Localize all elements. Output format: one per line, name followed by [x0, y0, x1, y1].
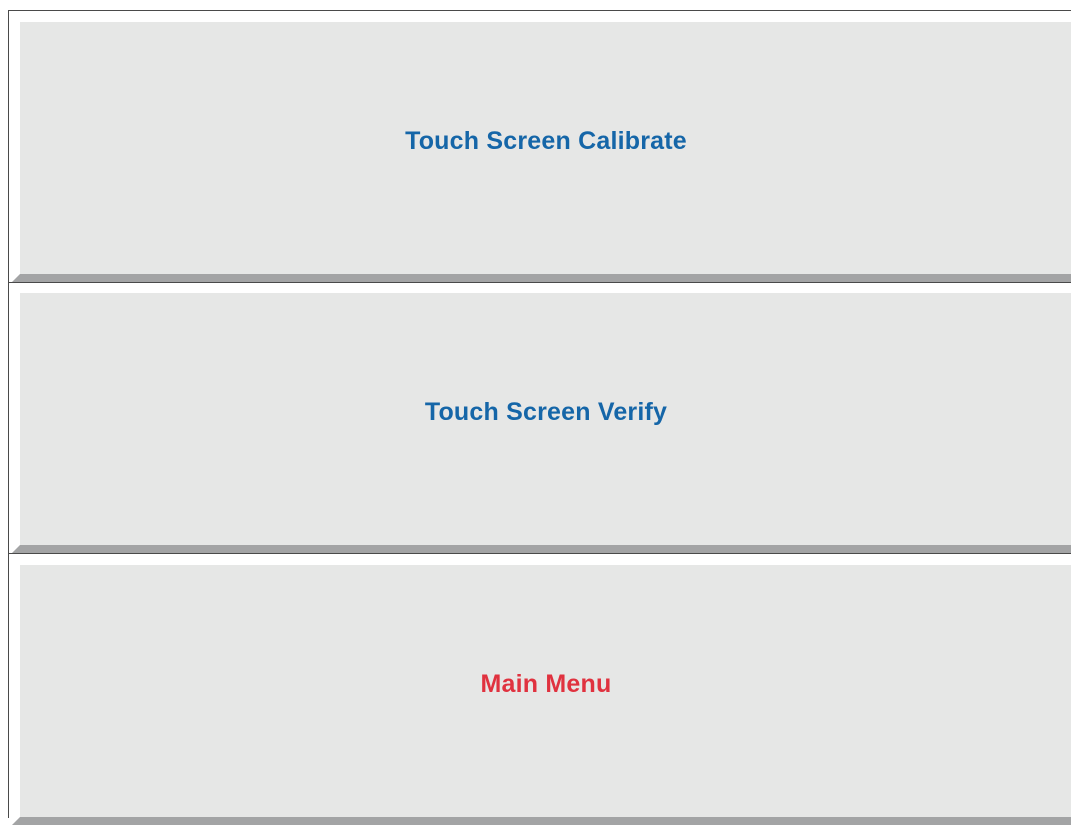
divider [9, 553, 1071, 554]
button-shadow [12, 817, 1071, 825]
touch-screen-verify-label: Touch Screen Verify [424, 397, 668, 426]
main-menu-button[interactable]: Main Menu [12, 565, 1071, 825]
touch-screen-verify-button[interactable]: Touch Screen Verify [12, 293, 1071, 553]
menu-frame: Touch Screen Calibrate Touch Screen Veri… [8, 10, 1071, 825]
touch-screen-calibrate-button[interactable]: Touch Screen Calibrate [12, 22, 1071, 282]
button-shadow [12, 545, 1071, 553]
main-menu-label: Main Menu [480, 669, 612, 698]
touch-screen-calibrate-label: Touch Screen Calibrate [405, 126, 687, 155]
divider [9, 282, 1071, 283]
button-shadow [12, 274, 1071, 282]
